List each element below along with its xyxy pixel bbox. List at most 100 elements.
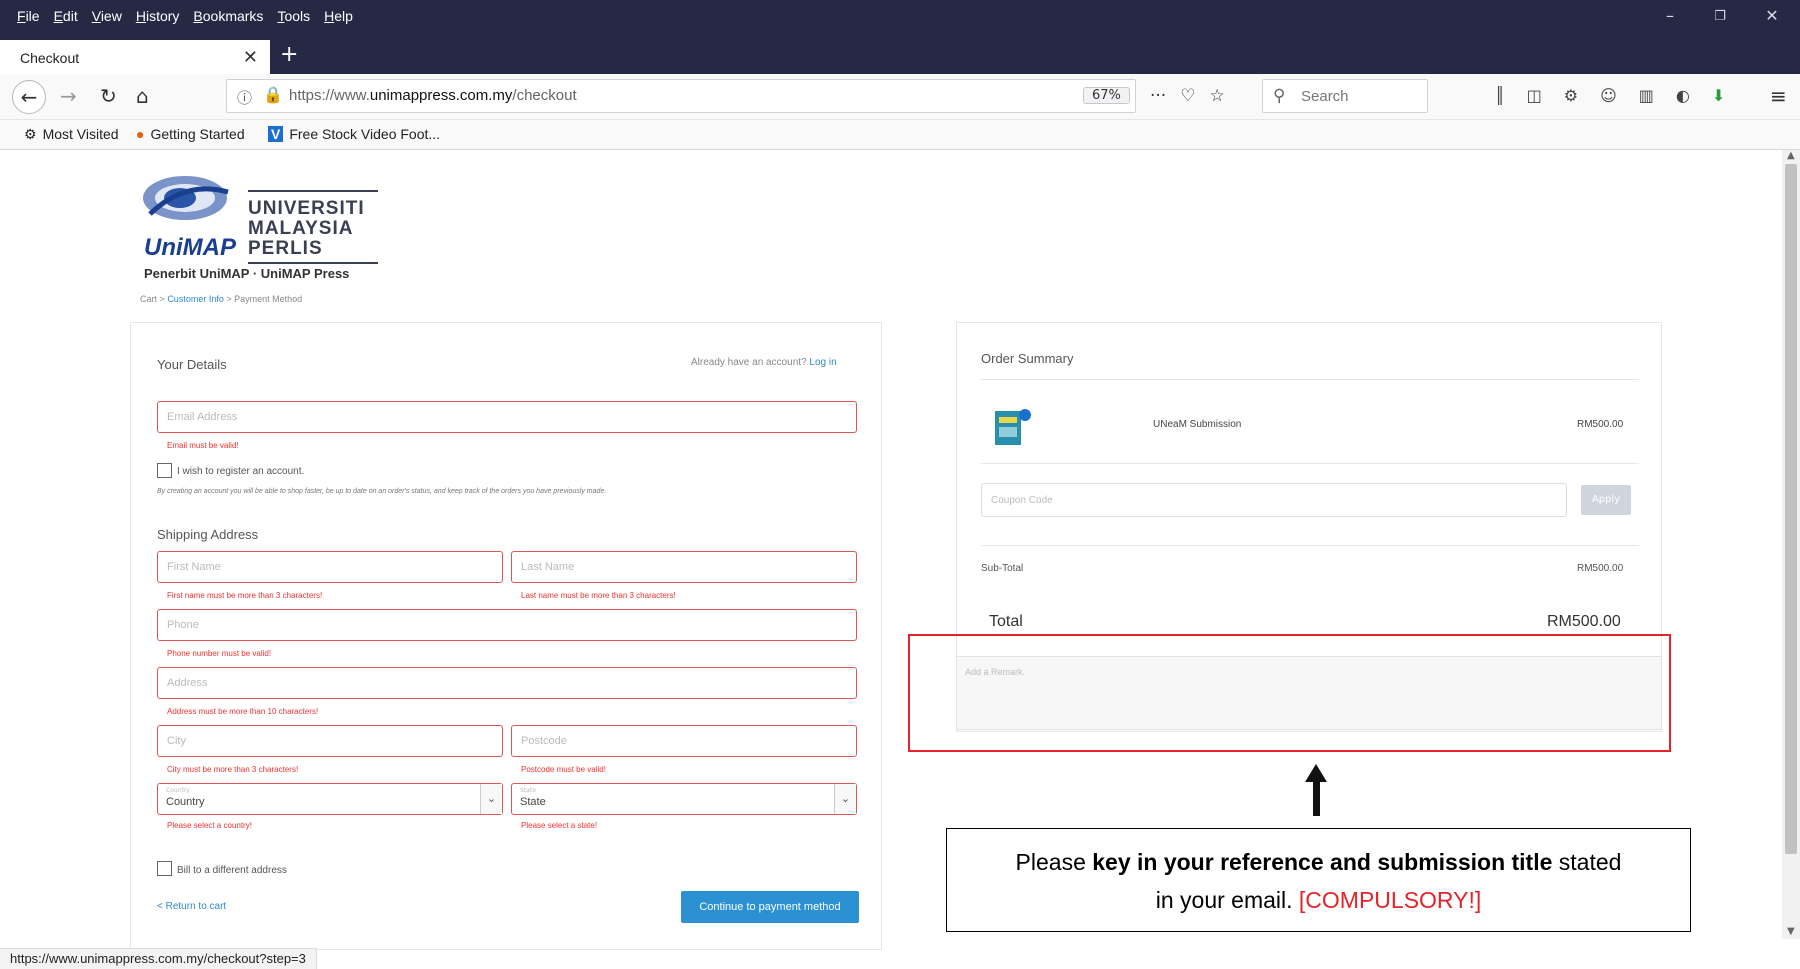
minimize-button[interactable]: – [1650, 6, 1690, 25]
scroll-down-icon[interactable]: ▼ [1787, 926, 1795, 937]
forward-button[interactable]: → [60, 84, 77, 108]
sidebar-icon[interactable]: ◫ [1527, 86, 1542, 105]
extension-icon[interactable]: ⚙ [1564, 86, 1578, 105]
close-window-button[interactable]: ✕ [1752, 6, 1792, 25]
note-text: stated [1552, 849, 1622, 875]
menu-edit[interactable]: Edit [47, 8, 85, 24]
country-select[interactable]: Country Country ⌄ [157, 783, 503, 815]
account-icon[interactable]: ☺ [1600, 86, 1617, 105]
email-field[interactable]: Email Address [157, 401, 857, 433]
breadcrumb-customer-info[interactable]: Customer Info [167, 294, 224, 304]
scroll-up-icon[interactable]: ▲ [1787, 150, 1795, 161]
bookmarks-toolbar: ⚙ Most Visited ● Getting Started V Free Sto… [0, 120, 1800, 150]
bookmark-getting-started[interactable]: ● Getting Started [136, 126, 245, 142]
url-text: https://www.unimappress.com.my/checkout [289, 87, 577, 104]
apply-coupon-button[interactable]: Apply [1581, 485, 1631, 515]
bookmark-free-stock-video[interactable]: V Free Stock Video Foot... [268, 126, 440, 142]
divider [981, 545, 1639, 546]
bookmark-most-visited[interactable]: ⚙ Most Visited [24, 126, 119, 143]
menu-view[interactable]: View [85, 8, 129, 24]
chevron-down-icon[interactable]: ⌄ [480, 784, 502, 814]
menu-bookmarks[interactable]: Bookmarks [186, 8, 270, 24]
state-error: Please select a state! [521, 821, 598, 830]
info-icon[interactable]: ⓘ [237, 87, 252, 108]
login-link[interactable]: Log in [809, 357, 836, 368]
total-label: Total [989, 613, 1023, 630]
page-scrollbar[interactable]: ▲ ▼ [1782, 150, 1800, 939]
new-tab-button[interactable]: + [280, 42, 298, 67]
total-value: RM500.00 [1547, 613, 1621, 630]
country-value: Country [166, 796, 205, 808]
firefox-icon: ● [136, 126, 145, 142]
breadcrumb-payment-method[interactable]: Payment Method [234, 294, 302, 304]
v-logo-icon: V [268, 126, 284, 142]
postcode-field[interactable]: Postcode [511, 725, 857, 757]
return-to-cart-link[interactable]: < Return to cart [157, 901, 226, 912]
bill-different-label: Bill to a different address [177, 865, 287, 876]
country-error: Please select a country! [167, 821, 252, 830]
divider [981, 463, 1639, 464]
unimap-logo[interactable]: UNIVERSITI MALAYSIA PERLIS UniMAP Penerb… [140, 170, 380, 290]
back-button[interactable]: ← [12, 80, 46, 114]
navigation-bar: ← → ↻ ⌂ ⓘ 🔒 https://www.unimappress.com.… [0, 74, 1800, 120]
hamburger-menu-icon[interactable]: ≡ [1770, 84, 1787, 108]
restore-button[interactable]: ❐ [1700, 9, 1740, 24]
state-select[interactable]: State State ⌄ [511, 783, 857, 815]
annotation-highlight-box [908, 634, 1671, 752]
chevron-down-icon[interactable]: ⌄ [834, 784, 856, 814]
coupon-code-input[interactable]: Coupon Code [981, 483, 1567, 517]
logo-line-3: PERLIS [248, 238, 323, 259]
logo-brand: UniMAP [144, 234, 236, 261]
tab-checkout[interactable]: Checkout ✕ [0, 40, 270, 74]
breadcrumb: Cart > Customer Info > Payment Method [140, 294, 302, 304]
item-price: RM500.00 [1577, 419, 1624, 430]
menu-tools[interactable]: Tools [270, 8, 317, 24]
address-bar[interactable]: ⓘ 🔒 https://www.unimappress.com.my/check… [226, 79, 1136, 113]
download-icon[interactable]: ⬇ [1712, 86, 1725, 105]
scrollbar-thumb[interactable] [1785, 164, 1797, 854]
register-label: I wish to register an account. [177, 466, 305, 477]
note-compulsory: [COMPULSORY!] [1298, 887, 1482, 913]
logo-press: Penerbit UniMAP · UniMAP Press [144, 266, 350, 281]
city-error: City must be more than 3 characters! [167, 765, 299, 774]
close-tab-icon[interactable]: ✕ [243, 47, 258, 68]
register-checkbox[interactable] [157, 463, 172, 478]
note-text: in your email. [1155, 887, 1299, 913]
breadcrumb-cart[interactable]: Cart [140, 294, 157, 304]
order-summary-heading: Order Summary [981, 351, 1074, 366]
note-text: Please [1015, 849, 1093, 875]
menu-history[interactable]: History [129, 8, 187, 24]
reload-button[interactable]: ↻ [100, 84, 117, 108]
bookmark-star-icon[interactable]: ☆ [1209, 86, 1224, 106]
search-placeholder: Search [1301, 88, 1349, 105]
title-bar: File Edit View History Bookmarks Tools H… [0, 0, 1800, 36]
bill-different-checkbox[interactable] [157, 861, 172, 876]
library-icon[interactable]: ║ [1495, 86, 1505, 105]
phone-field[interactable]: Phone [157, 609, 857, 641]
pocket-icon[interactable]: ♡ [1180, 86, 1195, 106]
lock-icon: 🔒 [263, 85, 283, 104]
address-field[interactable]: Address [157, 667, 857, 699]
last-name-field[interactable]: Last Name [511, 551, 857, 583]
divider [981, 379, 1639, 380]
addon-icon[interactable]: ◐ [1676, 86, 1690, 105]
account-prompt: Already have an account? Log in [691, 357, 837, 368]
menu-file[interactable]: File [10, 8, 47, 24]
more-actions-icon[interactable]: ··· [1150, 86, 1166, 106]
your-details-heading: Your Details [157, 357, 227, 372]
city-field[interactable]: City [157, 725, 503, 757]
checkout-form-card: Your Details Already have an account? Lo… [130, 322, 882, 950]
first-name-field[interactable]: First Name [157, 551, 503, 583]
continue-to-payment-button[interactable]: Continue to payment method [681, 891, 859, 923]
home-button[interactable]: ⌂ [136, 84, 149, 108]
menu-help[interactable]: Help [317, 8, 360, 24]
product-thumbnail [995, 409, 1031, 445]
zoom-level[interactable]: 67% [1083, 87, 1130, 104]
logo-line-1: UNIVERSITI [248, 198, 365, 219]
search-input[interactable]: ⚲ Search [1262, 79, 1428, 113]
reader-icon[interactable]: ▥ [1639, 86, 1654, 105]
shipping-address-heading: Shipping Address [157, 527, 259, 542]
subtotal-label: Sub-Total [981, 563, 1024, 574]
page-actions: ··· ♡ ☆ [1150, 86, 1225, 106]
breadcrumb-separator: > [226, 294, 232, 304]
